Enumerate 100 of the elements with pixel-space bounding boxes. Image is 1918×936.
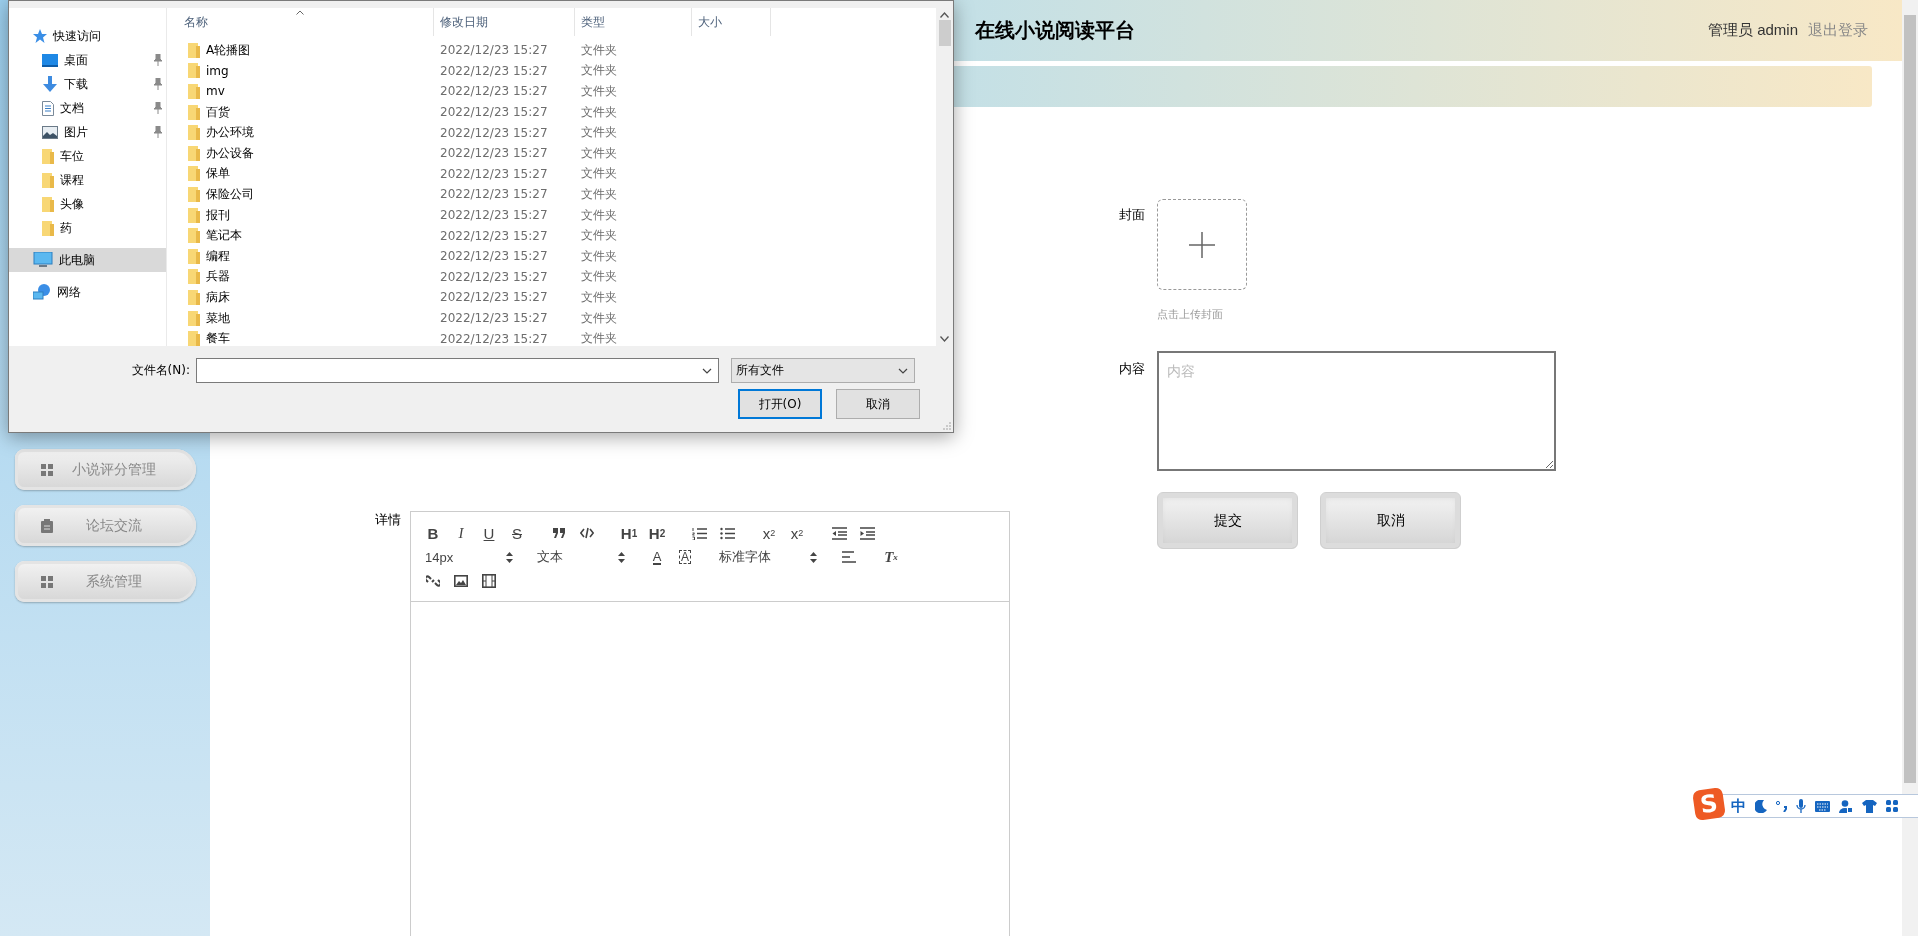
star-icon (33, 29, 47, 43)
file-name[interactable]: 报刊 (206, 206, 230, 224)
file-name[interactable]: 菜地 (206, 309, 230, 327)
file-name[interactable]: 兵器 (206, 268, 230, 286)
folder-icon (188, 186, 200, 202)
folder-icon (188, 125, 200, 141)
file-type: 文件夹 (581, 186, 617, 201)
file-name[interactable]: img (206, 63, 229, 78)
folder-icon (188, 84, 200, 99)
file-type: 文件夹 (581, 84, 617, 98)
highlight-button[interactable]: A (671, 545, 699, 569)
file-name[interactable]: 病床 (206, 288, 230, 306)
ordered-list-icon[interactable] (691, 526, 707, 540)
up-down-arrows-icon (618, 551, 625, 563)
file-type-dropdown[interactable]: 所有文件 (731, 358, 915, 383)
file-name[interactable]: 保险公司 (206, 185, 254, 203)
modified-date: 2022/12/23 15:27 (440, 166, 548, 181)
navigation-label: 头像 (60, 195, 84, 213)
desktop-icon (42, 53, 58, 67)
column-header[interactable]: 类型 (575, 8, 692, 36)
open-button[interactable]: 打开(O) (738, 389, 822, 419)
input-mode-toggle[interactable]: 中 (1731, 796, 1746, 816)
navigation-item[interactable]: 快速访问 (9, 24, 166, 48)
file-name[interactable]: 保单 (206, 165, 230, 183)
navigation-item[interactable]: 桌面 (9, 48, 166, 72)
column-header[interactable]: 大小 (692, 8, 771, 36)
navigation-item[interactable]: 车位 (9, 144, 166, 168)
moon-icon[interactable] (1755, 799, 1767, 813)
folder-icon (188, 228, 200, 244)
heading-select[interactable]: 文本 (531, 545, 629, 569)
field-label: 详情 (375, 511, 402, 529)
file-name[interactable]: 餐车 (206, 330, 230, 346)
submit-button[interactable]: 提交 (1157, 492, 1298, 549)
scrollbar-thumb[interactable] (938, 20, 951, 46)
upload-box[interactable] (1157, 199, 1247, 290)
modified-date: 2022/12/23 15:27 (440, 63, 548, 78)
file-type: 文件夹 (581, 207, 617, 222)
link-icon[interactable] (426, 574, 440, 588)
content-field[interactable]: 内容 (1157, 351, 1556, 471)
navigation-item[interactable]: 图片 (9, 120, 166, 144)
navigation-label: 文档 (60, 99, 84, 117)
strikethrough-button[interactable]: S (503, 521, 531, 545)
folder-icon (188, 269, 200, 285)
navigation-item[interactable]: 文档 (9, 96, 166, 120)
navigation-label: 下载 (64, 75, 88, 93)
resize-grip-icon[interactable] (943, 422, 951, 430)
user-icon[interactable] (1839, 799, 1853, 813)
folder-icon (188, 145, 200, 161)
grid-icon[interactable] (1886, 800, 1898, 812)
quote-icon[interactable] (552, 527, 566, 539)
navigation-item[interactable]: 此电脑 (9, 248, 166, 272)
indent-icon[interactable] (859, 526, 875, 540)
folder-icon (188, 289, 200, 305)
bullet-list-icon[interactable] (719, 526, 735, 540)
italic-button[interactable]: I (447, 521, 475, 545)
text-color-button[interactable]: A (643, 545, 671, 569)
scroll-up-icon[interactable] (940, 12, 949, 18)
font-size-select[interactable]: 14px (419, 545, 517, 569)
navigation-item[interactable]: 课程 (9, 168, 166, 192)
punctuation-icon[interactable] (1776, 800, 1787, 812)
file-type: 文件夹 (581, 228, 617, 243)
file-name[interactable]: 百货 (206, 103, 230, 121)
folder-icon (188, 331, 200, 346)
file-name[interactable]: 编程 (206, 247, 230, 265)
filename-field[interactable] (196, 358, 719, 383)
bold-button[interactable]: B (419, 521, 447, 545)
superscript-button[interactable]: x$^{2}$ (783, 521, 811, 545)
folder-icon (188, 63, 200, 79)
user-label: 管理员 admin (1707, 21, 1798, 40)
font-family-select[interactable]: 标准字体 (713, 545, 821, 569)
code-icon[interactable] (580, 527, 594, 539)
underline-button[interactable]: U (475, 521, 503, 545)
scroll-down-icon[interactable] (940, 336, 949, 342)
navigation-label: 课程 (60, 171, 84, 189)
keyboard-icon[interactable] (1815, 800, 1830, 812)
align-left-icon[interactable] (842, 551, 856, 563)
file-name[interactable]: A轮播图 (206, 41, 251, 59)
modified-date: 2022/12/23 15:27 (440, 146, 548, 161)
field-label: 封面 (1119, 206, 1146, 224)
shirt-icon[interactable] (1862, 799, 1877, 813)
cancel-button[interactable]: 取消 (836, 389, 920, 419)
microphone-icon[interactable] (1796, 798, 1806, 814)
video-icon[interactable] (482, 574, 496, 588)
image-icon[interactable] (454, 575, 468, 587)
column-header[interactable]: 名称 (167, 8, 434, 36)
navigation-item[interactable]: 头像 (9, 192, 166, 216)
navigation-item[interactable]: 药 (9, 216, 166, 240)
plus-icon (1189, 231, 1215, 258)
up-down-arrows-icon (506, 551, 513, 563)
navigation-item[interactable]: 网络 (9, 280, 166, 304)
outdent-icon[interactable] (831, 526, 847, 540)
file-name[interactable]: 办公设备 (206, 144, 254, 162)
file-name[interactable]: 笔记本 (206, 227, 242, 245)
file-name[interactable]: 办公环境 (206, 124, 254, 142)
file-name[interactable]: mv (206, 84, 225, 99)
cancel-button[interactable]: 取消 (1320, 492, 1461, 549)
modified-date: 2022/12/23 15:27 (440, 84, 548, 99)
navigation-item[interactable]: 下载 (9, 72, 166, 96)
scrollbar[interactable] (1904, 15, 1916, 783)
column-header[interactable]: 修改日期 (434, 8, 575, 36)
